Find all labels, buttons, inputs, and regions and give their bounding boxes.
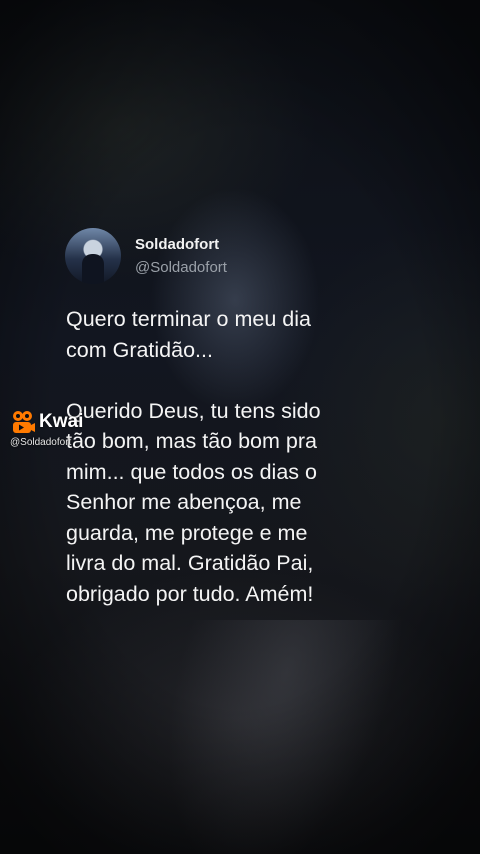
display-name[interactable]: Soldadofort bbox=[135, 235, 227, 254]
tweet-text: Quero terminar o meu dia com Gratidão...… bbox=[66, 307, 321, 606]
watermark-handle: @Soldadofort bbox=[10, 437, 72, 448]
tweet-header: Soldadofort @Soldadofort bbox=[65, 228, 227, 284]
author-names: Soldadofort @Soldadofort bbox=[135, 235, 227, 278]
avatar[interactable] bbox=[65, 228, 121, 284]
video-frame: Soldadofort @Soldadofort Quero terminar … bbox=[0, 0, 480, 854]
kwai-brand-text: Kwai bbox=[39, 411, 84, 432]
user-handle[interactable]: @Soldadofort bbox=[135, 258, 227, 278]
kwai-logo-icon bbox=[10, 409, 36, 435]
kwai-watermark: Kwai @Soldadofort bbox=[10, 409, 83, 448]
